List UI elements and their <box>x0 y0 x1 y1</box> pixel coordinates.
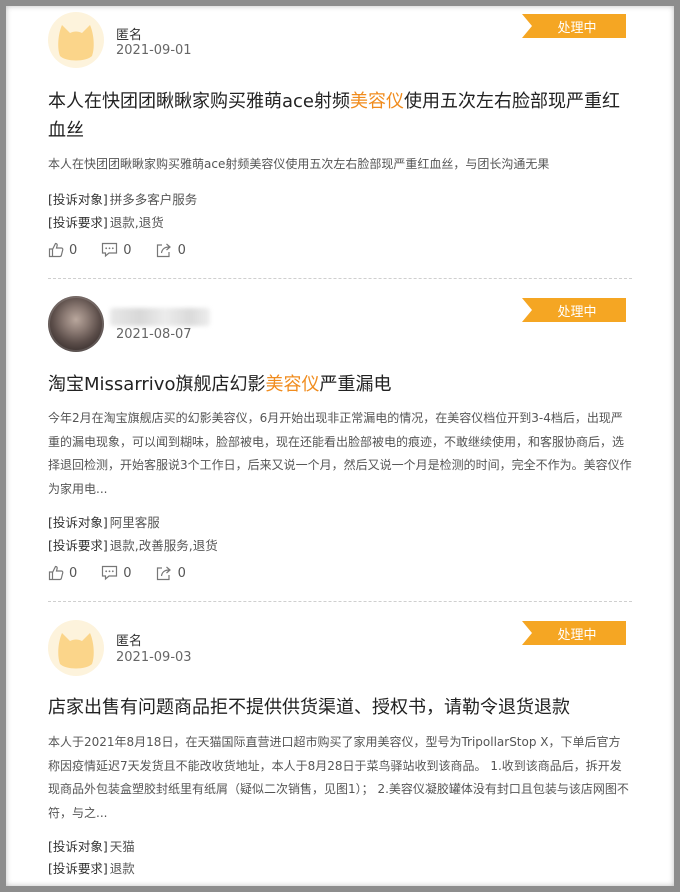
target-value: 天猫 <box>109 839 135 854</box>
like-button[interactable]: 0 <box>48 565 77 581</box>
title-text-end: 严重漏电 <box>319 374 392 395</box>
complaint-description: 本人在快团团瞅瞅家购买雅萌ace射频美容仪使用五次左右脸部现严重红血丝，与团长沟… <box>48 157 550 171</box>
comment-button[interactable]: 0 <box>101 565 132 581</box>
complaint-list: 匿名 2021-09-01 处理中 本人在快团团瞅瞅家购买雅萌ace射频美容仪使… <box>6 0 674 886</box>
like-count: 0 <box>69 242 78 258</box>
target-label: [投诉对象] <box>48 515 108 530</box>
share-button[interactable]: 0 <box>156 565 186 581</box>
action-bar: 0 0 0 <box>48 563 210 583</box>
author-name: 匿名 <box>116 28 143 43</box>
action-bar: 0 0 0 <box>48 240 210 260</box>
author-name-blurred <box>110 308 210 326</box>
complaint-card[interactable]: 匿名 2021-09-01 处理中 本人在快团团瞅瞅家购买雅萌ace射频美容仪使… <box>48 0 626 272</box>
complaint-demand: [投诉要求] 退款,改善服务,退货 <box>48 535 218 554</box>
demand-value: 退款,退货 <box>109 215 164 230</box>
post-date: 2021-09-01 <box>116 43 192 58</box>
card-divider <box>48 278 632 279</box>
demand-value: 退款,改善服务,退货 <box>109 538 218 553</box>
like-count: 0 <box>69 565 78 581</box>
cat-avatar-icon <box>58 25 94 61</box>
title-text: 淘宝Missarrivo旗舰店幻影 <box>48 374 266 395</box>
complaint-title[interactable]: 淘宝Missarrivo旗舰店幻影美容仪严重漏电 <box>48 370 632 399</box>
author-name: 匿名 <box>116 634 143 649</box>
comment-icon <box>102 565 118 581</box>
like-button[interactable]: 0 <box>48 242 77 258</box>
card-divider <box>48 601 632 602</box>
status-badge: 处理中 <box>522 621 626 645</box>
complaint-card[interactable]: 匿名 2021-09-03 处理中 店家出售有问题商品拒不提供供货渠道、授权书，… <box>48 612 629 886</box>
complaint-card[interactable]: 2021-08-07 处理中 淘宝Missarrivo旗舰店幻影美容仪严重漏电 … <box>48 288 632 596</box>
demand-label: [投诉要求] <box>48 861 108 876</box>
target-label: [投诉对象] <box>48 192 108 207</box>
complaint-demand: [投诉要求] 退款,退货 <box>48 212 164 231</box>
status-badge: 处理中 <box>522 14 626 38</box>
avatar <box>48 620 104 676</box>
share-icon <box>156 243 171 258</box>
status-badge: 处理中 <box>522 298 626 322</box>
post-date: 2021-08-07 <box>116 327 192 342</box>
target-label: [投诉对象] <box>48 839 108 854</box>
avatar <box>48 296 104 352</box>
comment-button[interactable]: 0 <box>101 242 132 258</box>
title-highlight: 美容仪 <box>350 91 404 112</box>
comment-count: 0 <box>123 565 132 581</box>
complaint-title[interactable]: 店家出售有问题商品拒不提供供货渠道、授权书，请勒令退货退款 <box>48 693 632 722</box>
title-text: 店家出售有问题商品拒不提供供货渠道、授权书，请勒令退货退款 <box>48 697 570 718</box>
share-button[interactable]: 0 <box>156 242 186 258</box>
demand-label: [投诉要求] <box>48 215 108 230</box>
title-highlight: 美容仪 <box>265 374 320 395</box>
share-count: 0 <box>177 565 186 581</box>
comment-count: 0 <box>123 242 132 258</box>
complaint-target: [投诉对象] 天猫 <box>48 836 135 855</box>
target-value: 拼多多客户服务 <box>109 192 198 207</box>
share-icon <box>156 566 171 581</box>
cat-avatar-icon <box>58 633 94 669</box>
complaint-demand: [投诉要求] 退款 <box>48 858 135 877</box>
comment-icon <box>102 242 118 258</box>
title-text: 本人在快团团瞅瞅家购买雅萌ace射频 <box>48 91 350 112</box>
demand-label: [投诉要求] <box>48 538 108 553</box>
demand-value: 退款 <box>109 861 135 876</box>
complaint-target: [投诉对象] 阿里客服 <box>48 512 160 531</box>
complaint-description: 本人于2021年8月18日，在天猫国际直营进口超市购买了家用美容仪，型号为Tri… <box>48 735 629 820</box>
complaint-description: 今年2月在淘宝旗舰店买的幻影美容仪，6月开始出现非正常漏电的情况，在美容仪档位开… <box>48 411 632 496</box>
avatar <box>48 12 104 68</box>
target-value: 阿里客服 <box>109 515 160 530</box>
share-count: 0 <box>177 242 186 258</box>
post-date: 2021-09-03 <box>116 650 192 665</box>
thumbs-up-icon <box>48 242 64 258</box>
complaint-title[interactable]: 本人在快团团瞅瞅家购买雅萌ace射频美容仪使用五次左右脸部现严重红血丝 <box>48 87 632 145</box>
complaint-target: [投诉对象] 拼多多客户服务 <box>48 189 197 208</box>
thumbs-up-icon <box>48 565 64 581</box>
